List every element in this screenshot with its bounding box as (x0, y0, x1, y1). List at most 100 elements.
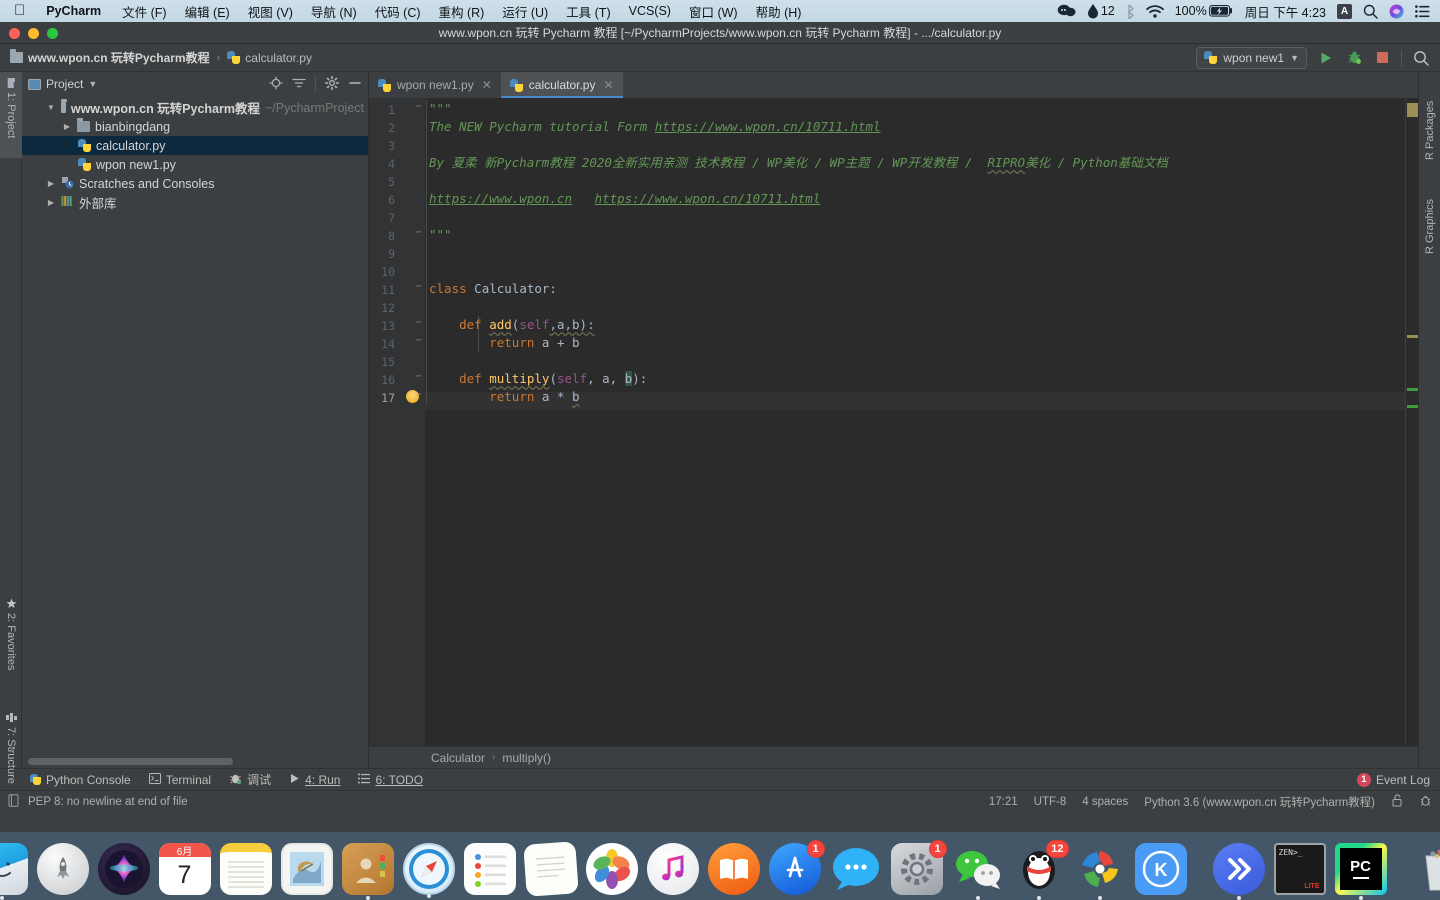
dock-item-keka[interactable]: K (1134, 843, 1187, 895)
bottom-item-debug[interactable]: 调试 (229, 771, 271, 788)
event-log-button[interactable]: 1 Event Log (1356, 772, 1430, 787)
chat-bubbles-icon[interactable] (1057, 4, 1076, 18)
code-text[interactable]: """ The NEW Pycharm tutorial Form https:… (425, 98, 1406, 746)
dock-item-notes[interactable] (219, 843, 272, 895)
input-source-indicator[interactable]: A (1337, 3, 1352, 19)
bug-icon[interactable] (1419, 794, 1432, 810)
dock-item-system-preferences[interactable]: 1 (890, 840, 947, 895)
run-icon[interactable] (1317, 49, 1335, 67)
menu-item-window[interactable]: 窗口 (W) (680, 2, 747, 21)
dock-item-wechat[interactable] (952, 843, 1004, 900)
gear-icon[interactable] (325, 75, 339, 93)
dock-item-pycharm[interactable]: PC (1334, 843, 1387, 900)
fold-marker-add-body[interactable]: ─ (416, 336, 421, 346)
editor-tab-calculator[interactable]: calculator.py ✕ (500, 72, 623, 98)
dock-item-trash[interactable] (1413, 843, 1440, 895)
marker-todo[interactable] (1407, 103, 1418, 117)
dropbox-status[interactable]: 12 (1087, 3, 1115, 19)
marker-warning[interactable] (1407, 335, 1418, 338)
close-icon[interactable]: ✕ (482, 78, 492, 92)
tree-node-external-libraries[interactable]: ▶ 外部库 (22, 193, 368, 212)
menu-item-run[interactable]: 运行 (U) (493, 2, 557, 21)
breadcrumb-method[interactable]: multiply() (502, 751, 551, 765)
menu-app-name[interactable]: PyCharm (37, 4, 113, 18)
tree-node-wpon-new1-py[interactable]: wpon new1.py (22, 155, 368, 174)
menu-item-code[interactable]: 代码 (C) (366, 2, 430, 21)
expand-arrow-icon[interactable]: ▶ (46, 198, 56, 207)
siri-icon[interactable] (1389, 4, 1404, 19)
docstring-link[interactable]: https://www.wpon.cn (429, 191, 572, 206)
menu-item-vcs[interactable]: VCS(S) (620, 4, 680, 18)
bottom-item-terminal[interactable]: Terminal (148, 772, 211, 787)
fold-marker-add[interactable]: ─ (416, 318, 421, 328)
editor-gutter[interactable]: 1 2 3 4 5 6 7 8 9 10 11 12 13 14 15 16 1 (369, 98, 425, 746)
menu-item-help[interactable]: 帮助 (H) (747, 2, 811, 21)
close-window-button[interactable] (9, 28, 20, 39)
caret-position[interactable]: 17:21 (989, 796, 1018, 808)
expand-arrow-icon[interactable]: ▼ (46, 103, 56, 112)
breadcrumb-file[interactable]: calculator.py (227, 51, 312, 65)
editor-tab-wpon-new1[interactable]: wpon new1.py ✕ (369, 72, 501, 98)
bottom-item-python-console[interactable]: Python Console (30, 773, 131, 787)
dock-item-photos[interactable] (585, 843, 638, 895)
dock-item-reminders[interactable] (463, 843, 516, 895)
expand-arrow-icon[interactable]: ▶ (62, 122, 72, 131)
breadcrumb-project[interactable]: www.wpon.cn 玩转Pycharm教程 (10, 49, 210, 66)
menu-item-refactor[interactable]: 重构 (R) (430, 2, 494, 21)
unlocked-icon[interactable] (1391, 793, 1403, 810)
fold-marker-multiply[interactable]: ─ (416, 372, 421, 382)
dock-item-qq[interactable]: 12 (1013, 840, 1069, 900)
dock-item-ibooks[interactable] (707, 843, 760, 895)
menu-item-file[interactable]: 文件 (F) (113, 2, 175, 21)
dock-item-remote-desktop[interactable] (1212, 843, 1265, 900)
menu-item-tools[interactable]: 工具 (T) (557, 2, 619, 21)
sidebar-item-project[interactable]: 1: Project (0, 72, 22, 158)
fold-marker-docstring-start[interactable]: ─ (416, 102, 421, 112)
bluetooth-icon[interactable] (1126, 4, 1135, 19)
battery-status[interactable]: 100% (1175, 4, 1234, 18)
sidebar-item-structure[interactable]: 7: Structure (0, 706, 22, 806)
stop-icon[interactable] (1373, 49, 1391, 67)
menu-item-navigate[interactable]: 导航 (N) (302, 2, 366, 21)
file-encoding[interactable]: UTF-8 (1034, 796, 1067, 808)
maximize-window-button[interactable] (47, 28, 58, 39)
dock-item-mail[interactable] (280, 843, 333, 895)
project-horizontal-scrollbar[interactable] (22, 756, 368, 768)
tree-node-project-root[interactable]: ▼ www.wpon.cn 玩转Pycharm教程 ~/PycharmProje… (22, 98, 368, 117)
marker-change[interactable] (1407, 405, 1418, 408)
menubar-clock[interactable]: 周日 下午 4:23 (1245, 2, 1326, 21)
dock-item-iterm[interactable]: ZEN>_ LITE (1273, 843, 1326, 895)
minimize-icon[interactable] (348, 76, 362, 93)
debug-icon[interactable] (1345, 49, 1363, 67)
dock-item-contacts[interactable] (341, 843, 394, 900)
docstring-link[interactable]: https://www.wpon.cn/10711.html (595, 191, 821, 206)
intention-bulb-icon[interactable] (406, 390, 419, 403)
dock-item-app-store[interactable]: 1 (768, 840, 825, 895)
project-panel-title-group[interactable]: Project ▼ (28, 77, 97, 91)
search-everywhere-icon[interactable] (1412, 49, 1430, 67)
tree-node-calculator-py[interactable]: calculator.py (22, 136, 368, 155)
window-controls[interactable] (9, 28, 58, 39)
sidebar-item-favorites[interactable]: 2: Favorites (0, 592, 22, 696)
editor-scrollbar-markers[interactable] (1406, 98, 1418, 746)
bottom-item-run[interactable]: 4: Run (289, 773, 340, 787)
run-configuration-selector[interactable]: wpon new1 ▼ (1196, 46, 1307, 69)
indent-setting[interactable]: 4 spaces (1082, 796, 1128, 808)
tree-node-bianbingdang[interactable]: ▶ bianbingdang (22, 117, 368, 136)
menu-item-view[interactable]: 视图 (V) (239, 2, 302, 21)
collapse-all-icon[interactable] (292, 76, 306, 93)
tree-node-scratches[interactable]: ▶ Scratches and Consoles (22, 174, 368, 193)
dock-item-finder[interactable] (0, 843, 28, 900)
dock-item-messages[interactable] (830, 843, 882, 895)
minimize-window-button[interactable] (28, 28, 39, 39)
dock-item-calendar[interactable]: 6月 7 (158, 843, 211, 895)
marker-change[interactable] (1407, 388, 1418, 391)
breadcrumb-class[interactable]: Calculator (431, 751, 485, 765)
expand-arrow-icon[interactable]: ▶ (46, 179, 56, 188)
fold-marker-class[interactable]: ─ (416, 282, 421, 292)
docstring-link[interactable]: https://www.wpon.cn/10711.html (655, 119, 881, 134)
close-icon[interactable]: ✕ (603, 78, 613, 92)
dock-item-itunes[interactable] (646, 843, 699, 895)
dock-item-google-drive[interactable] (1074, 843, 1126, 900)
apple-menu-icon[interactable]:  (0, 3, 37, 18)
